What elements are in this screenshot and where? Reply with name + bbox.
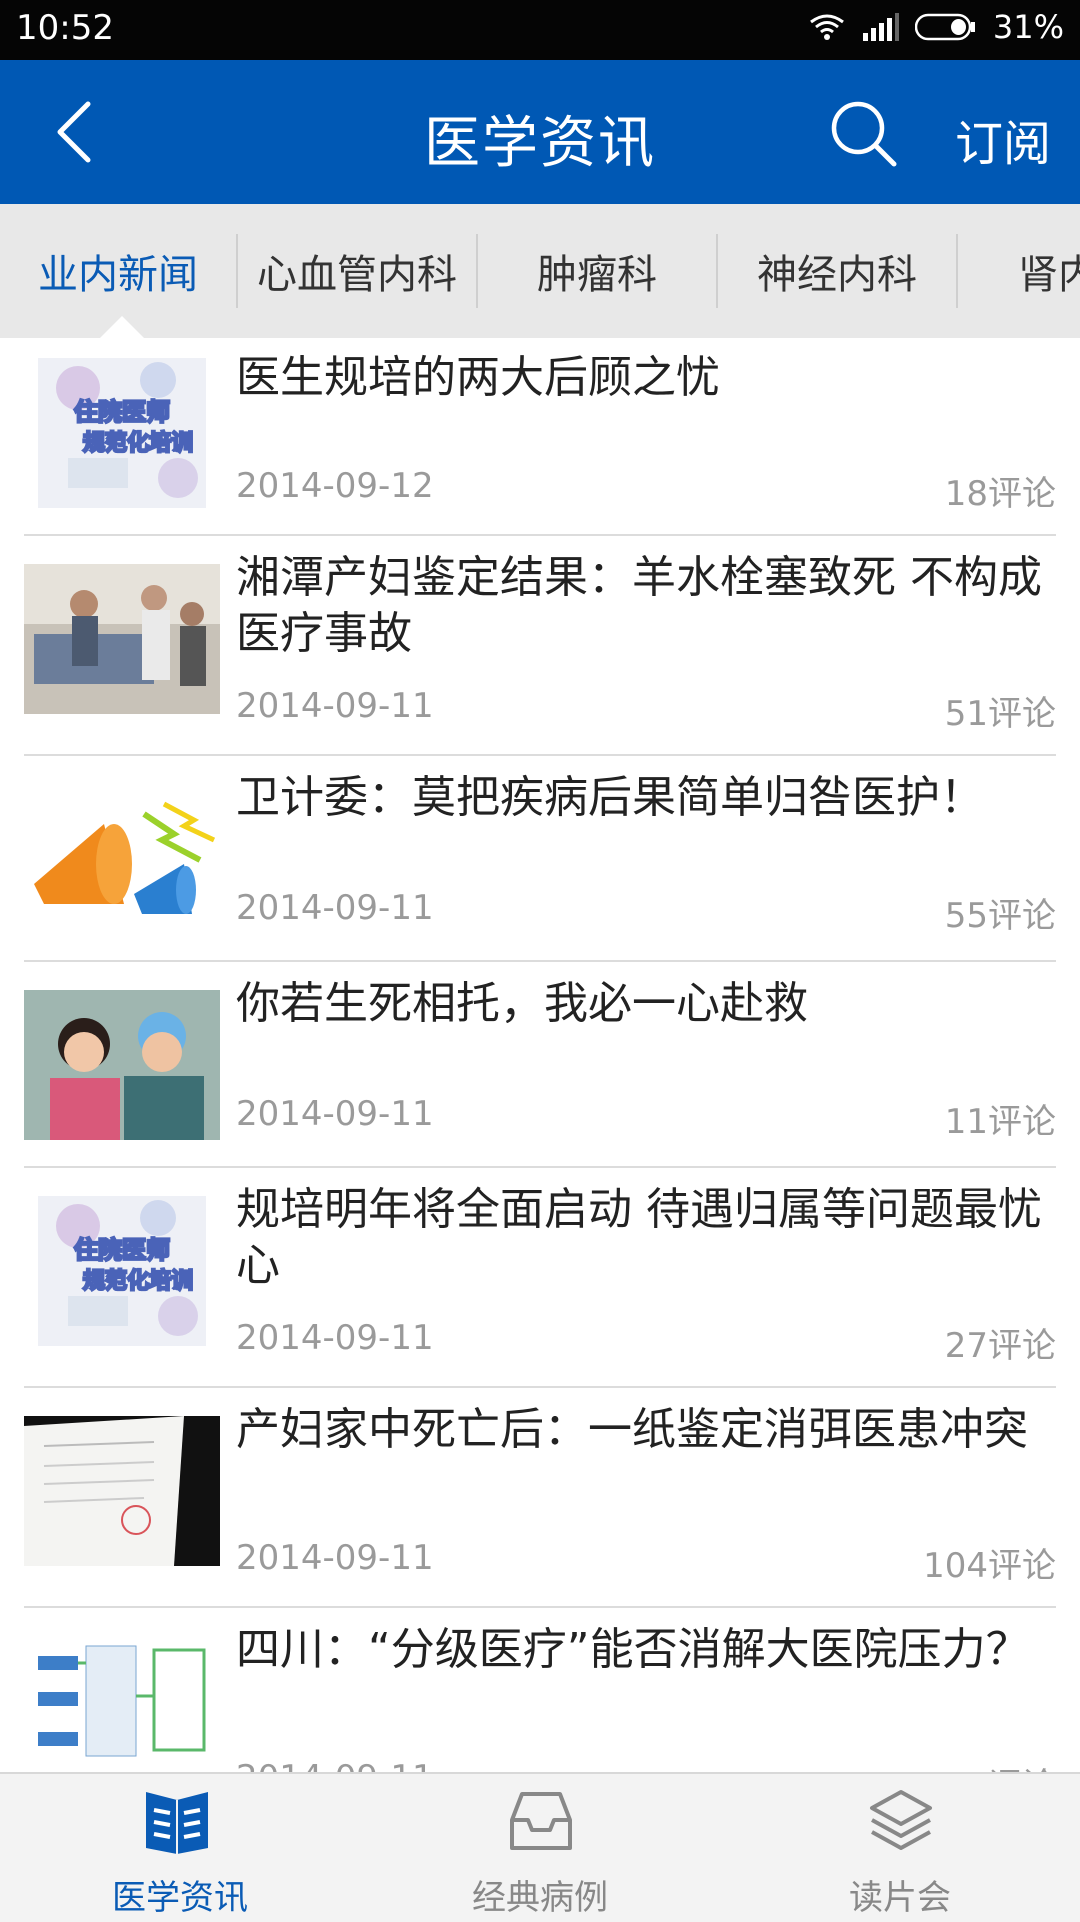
news-title: 湘潭产妇鉴定结果：羊水栓塞致死 不构成医疗事故 [236,552,1042,659]
news-thumbnail [24,1416,220,1566]
nav-classic-cases[interactable]: 经典病例 [360,1774,720,1922]
thumbnail-caption: 规范化培训 [83,430,193,456]
app-bar: 医学资讯 订阅 [0,60,1080,204]
wifi-icon [809,14,844,40]
news-thumbnail [24,564,220,714]
book-icon [146,1792,208,1854]
news-title: 四川：“分级医疗”能否消解大医院压力？ [236,1624,1030,1675]
status-bar: 10:52 31% [0,0,1080,60]
comment-count: 18评论 [944,474,1056,514]
news-thumbnail: 住院医师 规范化培训 [38,358,206,508]
news-item[interactable]: 住院医师 规范化培训 规培明年将全面启动 待遇归属等问题最忧心 2014-09-… [24,1168,1056,1388]
tab-cardiology[interactable]: 心血管内科 [238,204,476,338]
news-list: 住院医师 规范化培训 医生规培的两大后顾之忧 2014-09-12 18评论 湘… [0,338,1080,1772]
comment-count: 27评论 [944,1326,1056,1366]
news-item[interactable]: 卫计委：莫把疾病后果简单归咎医护！ 2014-09-11 55评论 [24,756,1056,962]
nav-label: 医学资讯 [112,1878,248,1918]
nav-label: 经典病例 [472,1878,608,1918]
news-title: 产妇家中死亡后：一纸鉴定消弭医患冲突 [236,1404,1028,1455]
news-date: 2014-09-11 [236,1318,434,1358]
news-date: 2014-09-11 [236,888,434,928]
thumbnail-caption: 规范化培训 [83,1268,193,1294]
signal-icon [862,13,899,41]
battery-icon [914,13,975,41]
inbox-icon [510,1792,572,1850]
news-date: 2014-09-11 [236,1094,434,1134]
news-item[interactable]: 住院医师 规范化培训 医生规培的两大后顾之忧 2014-09-12 18评论 [24,338,1056,536]
search-icon[interactable] [828,98,900,170]
nav-medical-news[interactable]: 医学资讯 [0,1774,360,1922]
news-title: 医生规培的两大后顾之忧 [236,352,720,403]
news-item[interactable]: 产妇家中死亡后：一纸鉴定消弭医患冲突 2014-09-11 104评论 [24,1388,1056,1608]
news-thumbnail [24,784,220,934]
news-item[interactable]: 四川：“分级医疗”能否消解大医院压力？ 2014-09-11 5评论 [24,1608,1056,1772]
thumbnail-caption: 住院医师 [74,398,170,426]
status-time: 10:52 [16,8,114,48]
tab-nephrology[interactable]: 肾内 [958,204,1080,338]
layers-icon [870,1790,932,1850]
comment-count: 5评论 [966,1758,1056,1772]
news-item[interactable]: 你若生死相托，我必一心赴救 2014-09-11 11评论 [24,962,1056,1168]
subscribe-button[interactable]: 订阅 [955,104,1051,174]
battery-percent: 31% [992,8,1064,46]
category-tabs: 业内新闻 心血管内科 肿瘤科 神经内科 肾内 [0,204,1080,338]
nav-label: 读片会 [849,1878,951,1918]
news-date: 2014-09-11 [236,1538,434,1578]
news-date: 2014-09-11 [236,686,434,726]
news-title: 卫计委：莫把疾病后果简单归咎医护！ [236,772,984,823]
news-thumbnail [24,990,220,1140]
news-thumbnail: 住院医师 规范化培训 [38,1196,206,1346]
comment-count: 104评论 [923,1546,1056,1586]
tab-neurology[interactable]: 神经内科 [718,204,956,338]
news-title: 规培明年将全面启动 待遇归属等问题最忧心 [236,1184,1042,1291]
bottom-navigation: 医学资讯 经典病例 读片会 [0,1772,1080,1922]
news-item[interactable]: 湘潭产妇鉴定结果：羊水栓塞致死 不构成医疗事故 2014-09-11 51评论 [24,536,1056,756]
thumbnail-caption: 住院医师 [74,1236,170,1264]
tab-oncology[interactable]: 肿瘤科 [478,204,716,338]
page-title: 医学资讯 [424,111,656,176]
comment-count: 55评论 [944,896,1056,936]
news-date: 2014-09-12 [236,466,434,506]
nav-film-reading[interactable]: 读片会 [720,1774,1080,1922]
news-title: 你若生死相托，我必一心赴救 [236,978,808,1029]
active-tab-indicator [100,316,144,338]
news-date: 2014-09-11 [236,1758,434,1772]
comment-count: 51评论 [944,694,1056,734]
comment-count: 11评论 [944,1102,1056,1142]
news-thumbnail [24,1636,220,1772]
